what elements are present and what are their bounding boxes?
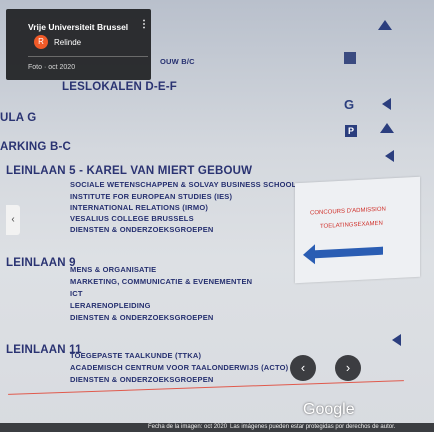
arrow-left-icon xyxy=(382,98,391,110)
sign-line: MARKETING, COMMUNICATIE & EVENEMENTEN xyxy=(70,277,253,286)
arrow-left-icon xyxy=(385,150,394,162)
place-title[interactable]: Vrije Universiteit Brussel xyxy=(28,22,128,32)
sign-line: DIENSTEN & ONDERZOEKSGROEPEN xyxy=(70,313,214,322)
google-logo: Google xyxy=(303,401,355,418)
arrow-left-icon xyxy=(392,334,401,346)
sign-line: INSTITUTE FOR EUROPEAN STUDIES (IES) xyxy=(70,192,233,201)
avatar[interactable]: R xyxy=(34,35,48,49)
poster-line: TOELATINGSEXAMEN xyxy=(320,220,383,230)
arrow-up-icon xyxy=(380,123,394,133)
sign-partial-top: OUW B/C xyxy=(160,57,195,66)
footer-bar: Fecha de la imagen: oct 2020 Las imágene… xyxy=(0,423,434,432)
sign-line: LERARENOPLEIDING xyxy=(70,301,151,310)
building-icon xyxy=(344,52,356,64)
more-options-icon[interactable]: ⋮ xyxy=(139,20,149,30)
location-info-card: Vrije Universiteit Brussel ⋮ R Relinde F… xyxy=(6,9,151,80)
poster: CONCOURS D'ADMISSION TOELATINGSEXAMEN xyxy=(295,176,420,284)
sign-line: LEINLAAN 9 xyxy=(6,257,76,269)
arrow-up-icon xyxy=(378,20,392,30)
sign-line: ACADEMISCH CENTRUM VOOR TAALONDERWIJS (A… xyxy=(70,363,289,372)
contributor-name[interactable]: Relinde xyxy=(54,38,81,47)
badge-g-icon: G xyxy=(343,97,355,112)
sign-line: SOCIALE WETENSCHAPPEN & SOLVAY BUSINESS … xyxy=(70,180,297,189)
sign-line: TOEGEPASTE TAALKUNDE (TTKA) xyxy=(70,351,202,360)
sign-line: DIENSTEN & ONDERZOEKSGROEPEN xyxy=(70,225,214,234)
divider xyxy=(28,56,148,57)
next-photo-button[interactable]: › xyxy=(335,355,361,381)
sign-line: DIENSTEN & ONDERZOEKSGROEPEN xyxy=(70,375,214,384)
sign-line: ULA G xyxy=(0,112,37,124)
arrow-left-icon xyxy=(313,246,383,259)
sign-line: ARKING B-C xyxy=(0,141,71,153)
previous-photo-button[interactable]: ‹ xyxy=(290,355,316,381)
collapse-panel-button[interactable]: ‹ xyxy=(6,205,20,235)
copyright-notice[interactable]: Las imágenes pueden estar protegidas por… xyxy=(230,423,395,432)
sign-line: VESALIUS COLLEGE BRUSSELS xyxy=(70,214,194,223)
image-date: Fecha de la imagen: oct 2020 xyxy=(148,424,228,430)
poster-line: CONCOURS D'ADMISSION xyxy=(310,206,386,217)
parking-icon: P xyxy=(345,125,357,137)
sign-line: LESLOKALEN D-E-F xyxy=(62,81,177,93)
photo-date: Foto · oct 2020 xyxy=(28,64,76,71)
sign-line: INTERNATIONAL RELATIONS (IRMO) xyxy=(70,203,209,212)
sign-line: LEINLAAN 5 - KAREL VAN MIERT GEBOUW xyxy=(6,165,253,177)
sign-line: MENS & ORGANISATIE xyxy=(70,265,157,274)
sign-line: ICT xyxy=(70,289,83,298)
